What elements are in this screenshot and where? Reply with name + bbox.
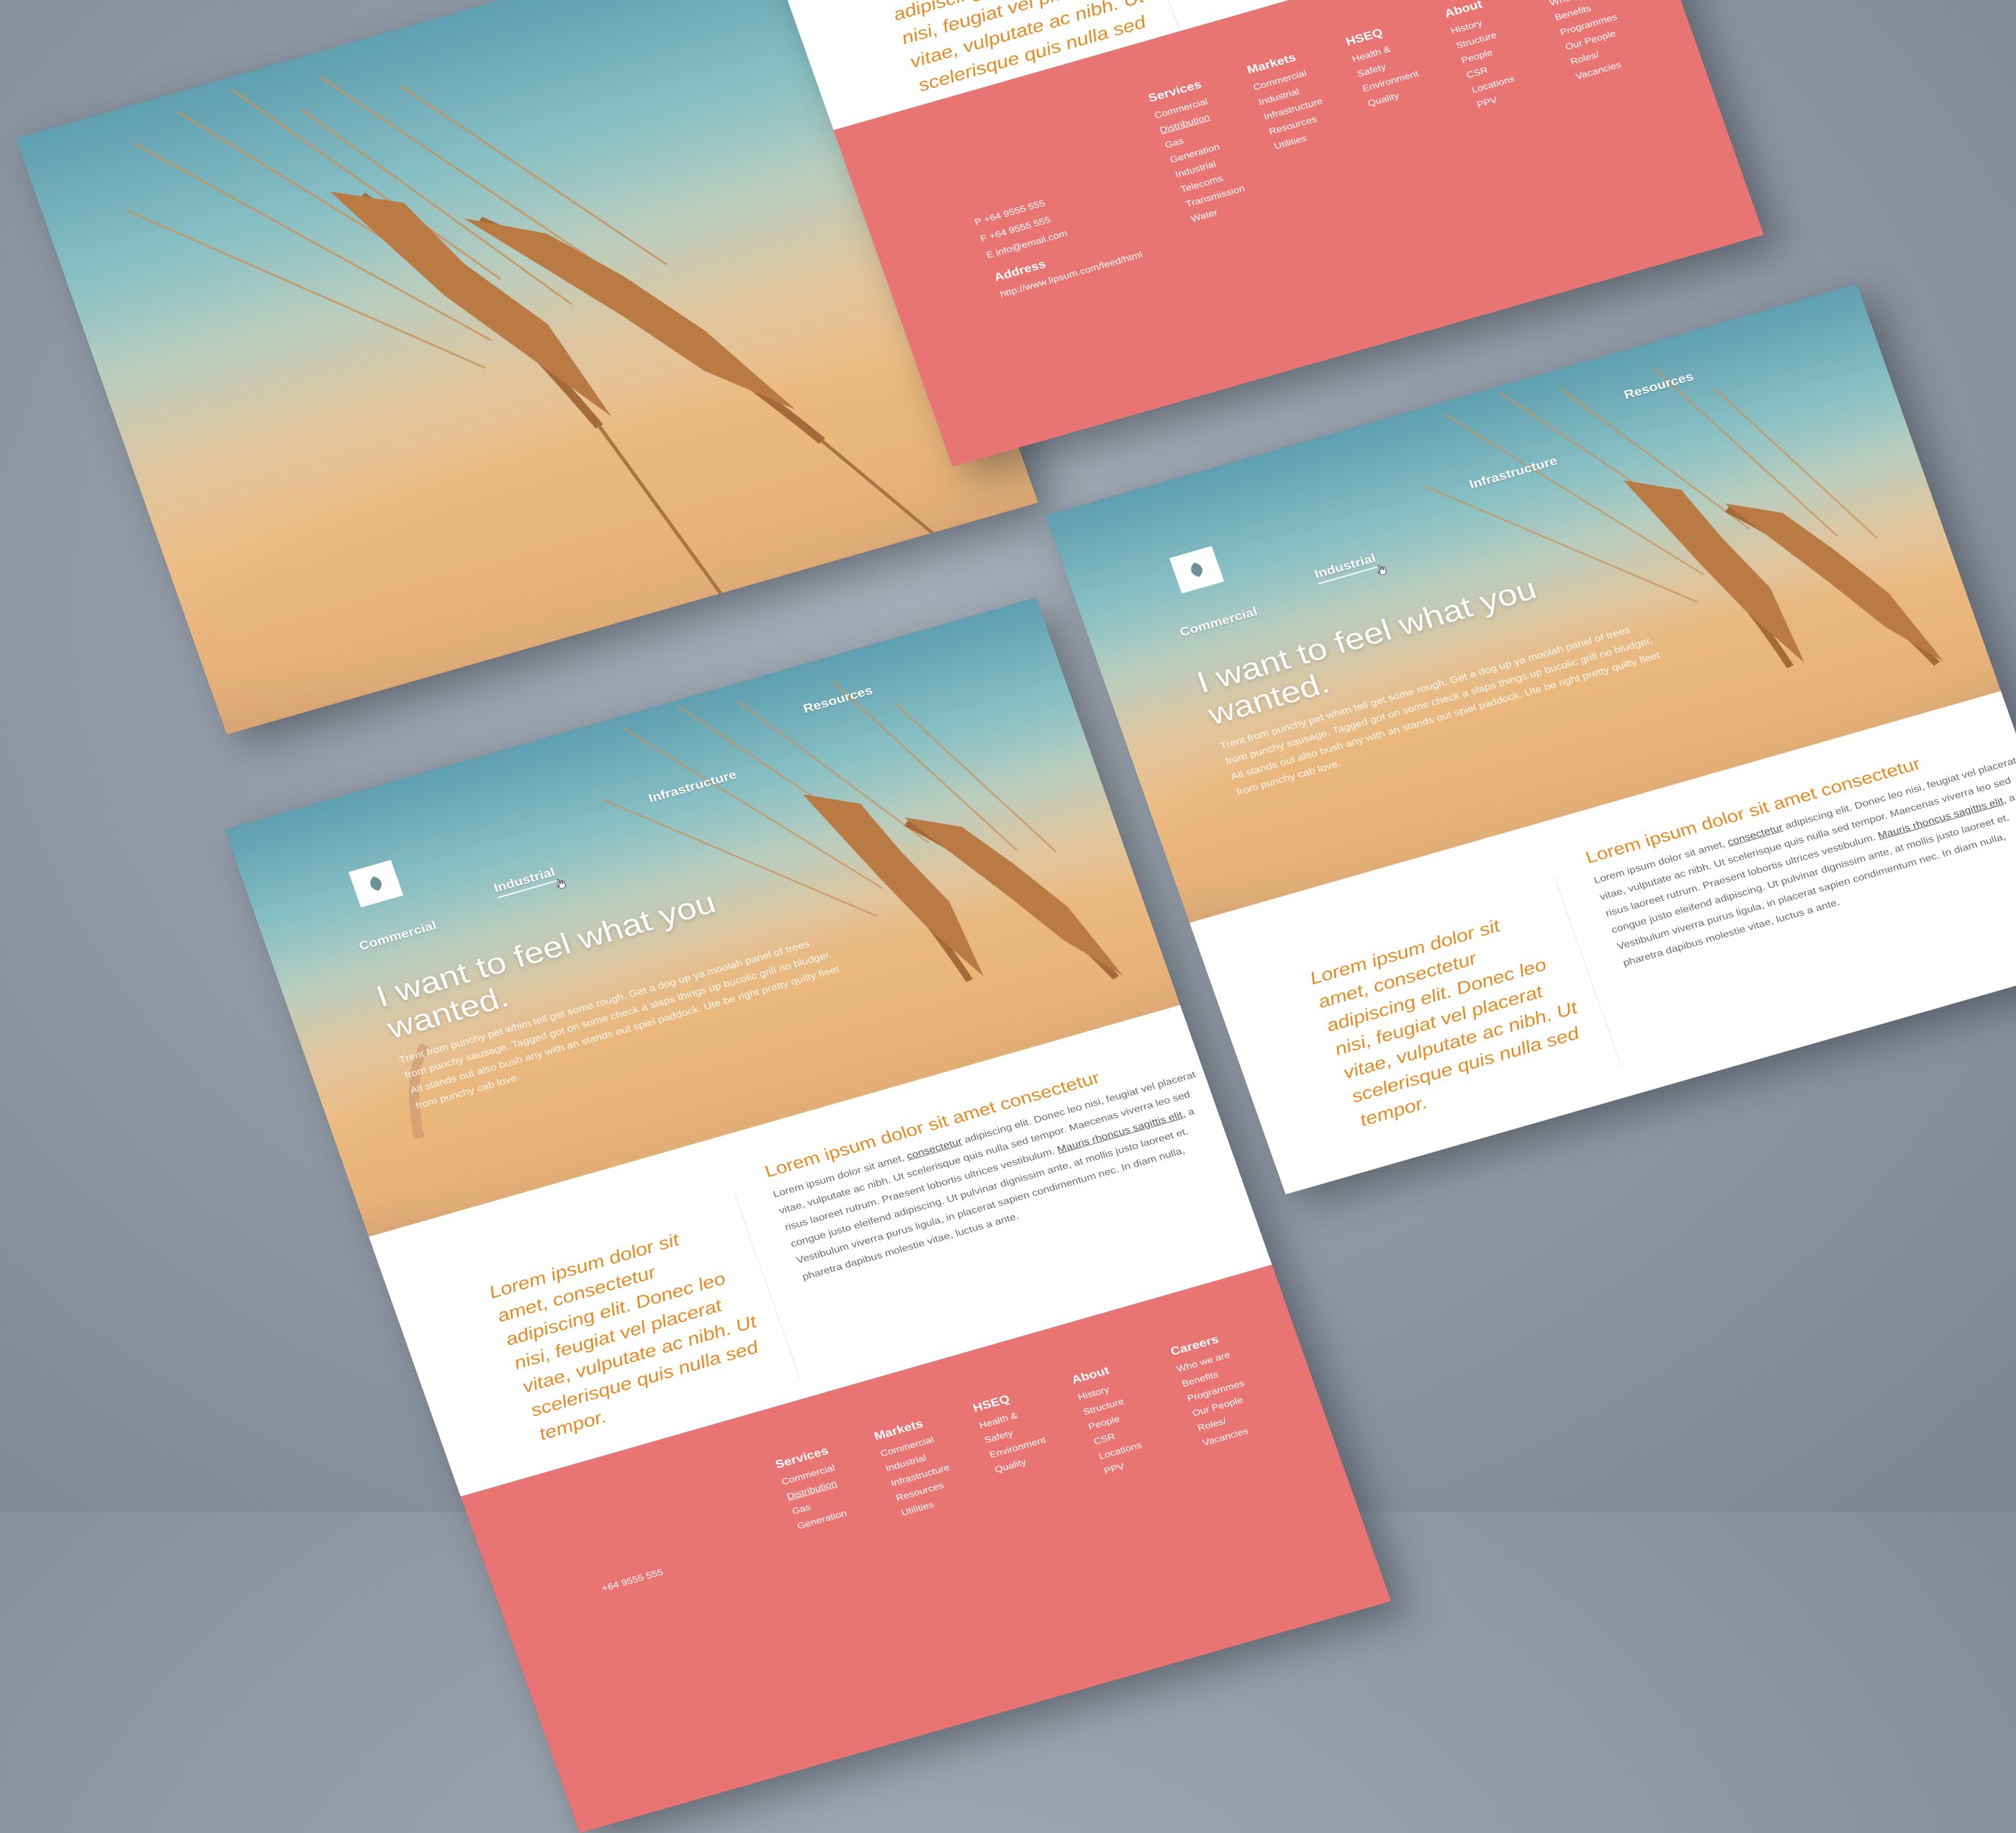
footer-contact-partial: +64 9555 555 (599, 1563, 665, 1597)
leaf-logo-icon (1191, 562, 1202, 577)
contact-phone-partial: +64 9555 555 (600, 1567, 665, 1594)
footer-contact: P +64 9555 555 F +64 9555 555 E info@ema… (972, 174, 1145, 302)
footer-col-services: Services Commercial Distribution Gas Gen… (774, 1444, 853, 1534)
footer-col-careers: Careers Who we are Benefits Programmes O… (1169, 1330, 1262, 1451)
footer-col-hseq: HSEQ Health & Safety Environment Quality (1344, 20, 1426, 111)
footer-col-markets: Markets Commercial Industrial Infrastruc… (1246, 48, 1336, 155)
mockup-scene: Lorem ipsum dolor sit amet, consectetur … (0, 0, 2016, 1833)
footer-col-services: Services Commercial Distribution Gas Gen… (1146, 76, 1252, 227)
footer-col-hseq: HSEQ Health & Safety Environment Quality (971, 1387, 1053, 1477)
footer-col-markets: Markets Commercial Industrial Infrastruc… (873, 1414, 963, 1521)
footer-col-about: About History Structure People CSR Locat… (1443, 0, 1522, 112)
footer-col-careers: Careers Who we are Benefits Programmes O… (1542, 0, 1635, 84)
intro-quote: Lorem ipsum dolor sit amet, consectetur … (486, 1230, 761, 1444)
leaf-logo-icon (370, 876, 382, 891)
footer-col-about: About History Structure People CSR Locat… (1070, 1362, 1149, 1479)
intro-quote: Lorem ipsum dolor sit amet, consectetur … (1307, 916, 1582, 1130)
